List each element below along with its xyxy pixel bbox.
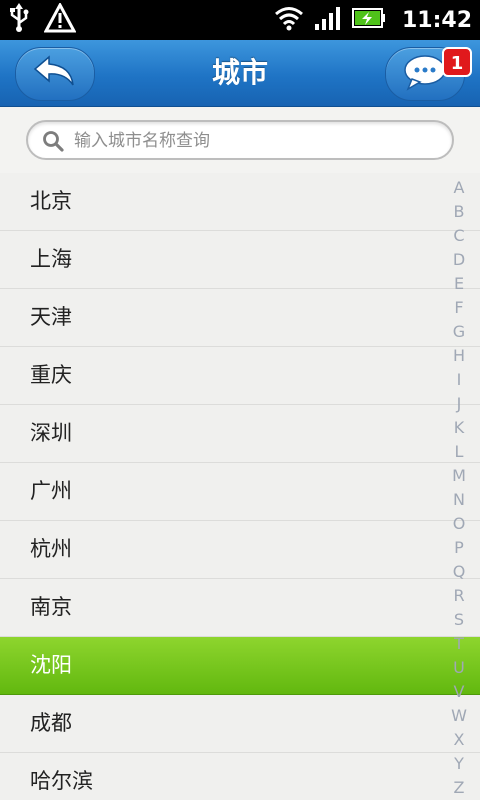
index-letter[interactable]: W (448, 704, 470, 728)
index-letter[interactable]: O (448, 512, 470, 536)
city-name: 南京 (30, 595, 72, 619)
city-list-item[interactable]: 上海 (0, 231, 480, 289)
city-search-input[interactable] (72, 122, 438, 160)
index-letter[interactable]: X (448, 728, 470, 752)
status-bar: 11:42 (0, 0, 480, 40)
index-letter[interactable]: U (448, 656, 470, 680)
index-letter[interactable]: B (448, 200, 470, 224)
city-name: 杭州 (30, 537, 72, 561)
usb-icon (8, 3, 30, 37)
index-letter[interactable]: T (448, 632, 470, 656)
city-list-item[interactable]: 成都 (0, 695, 480, 753)
city-name: 深圳 (30, 421, 72, 445)
city-name: 重庆 (30, 363, 72, 387)
wifi-icon (274, 5, 304, 35)
index-letter[interactable]: N (448, 488, 470, 512)
search-bar (0, 107, 480, 174)
index-letter[interactable]: A (448, 176, 470, 200)
index-letter[interactable]: K (448, 416, 470, 440)
index-letter[interactable]: E (448, 272, 470, 296)
city-name: 成都 (30, 711, 72, 735)
index-letter[interactable]: M (448, 464, 470, 488)
alphabet-index-bar[interactable]: ABCDEFGHIJKLMNOPQRSTUVWXYZ (448, 176, 470, 800)
city-list-item[interactable]: 南京 (0, 579, 480, 637)
city-list-item[interactable]: 北京 (0, 173, 480, 231)
messages-button[interactable]: 1 (385, 47, 472, 101)
index-letter[interactable]: D (448, 248, 470, 272)
city-list: 北京上海天津重庆深圳广州杭州南京沈阳成都哈尔滨 (0, 173, 480, 800)
index-letter[interactable]: G (448, 320, 470, 344)
city-name: 上海 (30, 247, 72, 271)
index-letter[interactable]: J (448, 392, 470, 416)
index-letter[interactable]: S (448, 608, 470, 632)
index-letter[interactable]: F (448, 296, 470, 320)
city-list-item[interactable]: 重庆 (0, 347, 480, 405)
index-letter[interactable]: V (448, 680, 470, 704)
index-letter[interactable]: L (448, 440, 470, 464)
signal-icon (314, 6, 342, 34)
index-letter[interactable]: P (448, 536, 470, 560)
warning-icon (43, 1, 77, 37)
city-name: 沈阳 (30, 653, 72, 677)
index-letter[interactable]: Q (448, 560, 470, 584)
city-name: 广州 (30, 479, 72, 503)
index-letter[interactable]: R (448, 584, 470, 608)
index-letter[interactable]: Y (448, 752, 470, 776)
city-list-item[interactable]: 哈尔滨 (0, 753, 480, 800)
title-bar: 城市 1 (0, 40, 480, 107)
message-count-badge: 1 (442, 47, 472, 77)
index-letter[interactable]: H (448, 344, 470, 368)
city-name: 北京 (30, 189, 72, 213)
city-list-item[interactable]: 沈阳 (0, 637, 480, 695)
city-list-item[interactable]: 天津 (0, 289, 480, 347)
battery-charging-icon (351, 7, 386, 33)
city-list-item[interactable]: 杭州 (0, 521, 480, 579)
city-list-item[interactable]: 广州 (0, 463, 480, 521)
index-letter[interactable]: C (448, 224, 470, 248)
city-list-item[interactable]: 深圳 (0, 405, 480, 463)
index-letter[interactable]: I (448, 368, 470, 392)
index-letter[interactable]: Z (448, 776, 470, 800)
status-time: 11:42 (401, 7, 472, 33)
city-name: 哈尔滨 (30, 769, 93, 793)
search-box[interactable] (26, 120, 454, 160)
search-icon (42, 130, 64, 156)
city-name: 天津 (30, 305, 72, 329)
